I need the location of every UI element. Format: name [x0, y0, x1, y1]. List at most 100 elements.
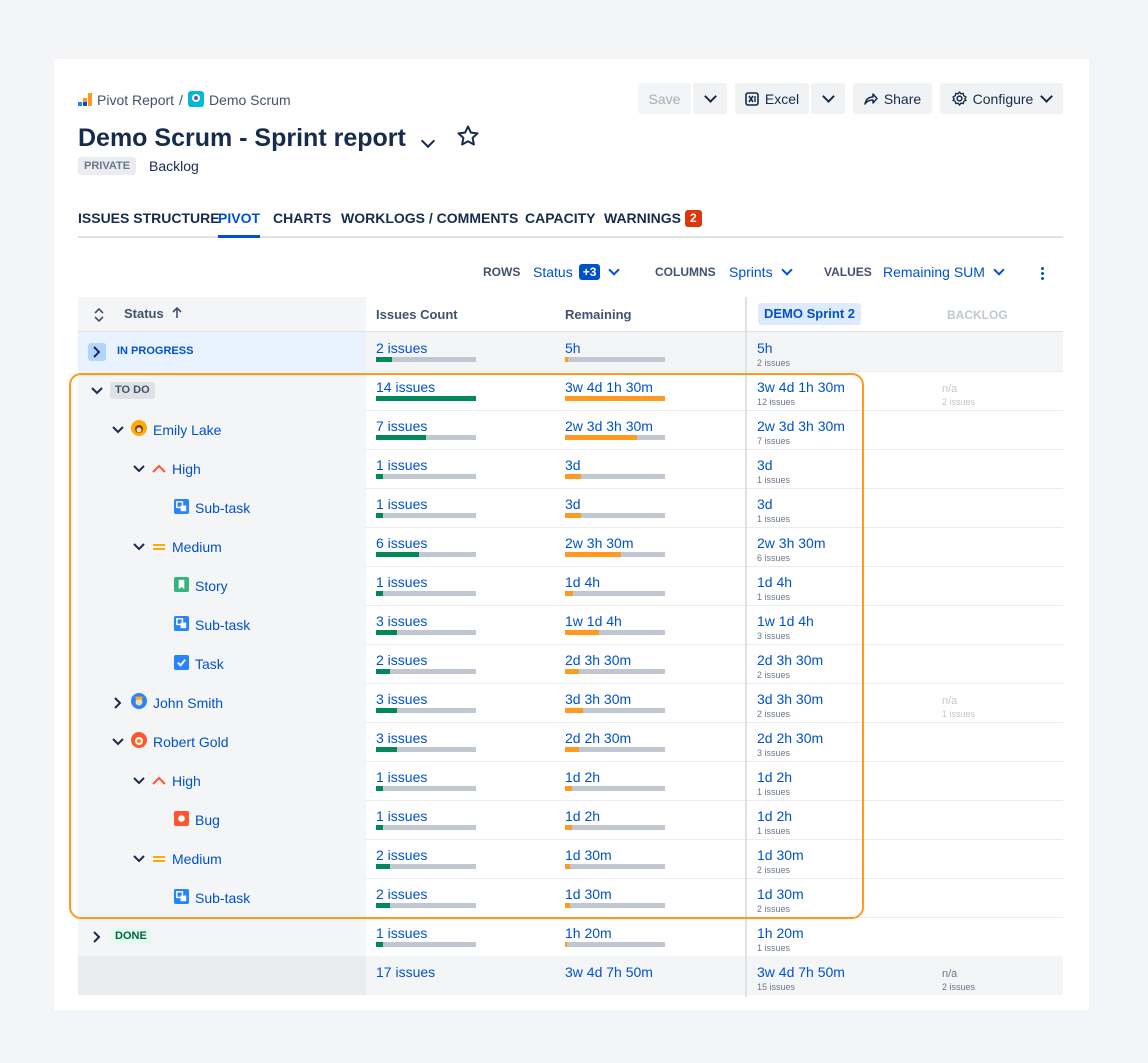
title-chevron-down-icon[interactable] [420, 133, 435, 149]
save-options-button[interactable] [693, 83, 727, 114]
breadcrumb-root[interactable]: Pivot Report [97, 92, 174, 108]
assignee-label[interactable]: John Smith [153, 695, 223, 711]
sprint-value[interactable]: 2w 3h 30m [757, 535, 825, 551]
backlog-column-header[interactable]: BACKLOG [947, 308, 1008, 322]
issues-count-value[interactable]: 3 issues [376, 730, 427, 746]
chevron-down-icon[interactable] [111, 425, 125, 434]
issue-type-label[interactable]: Task [195, 656, 224, 672]
issues-count-value[interactable]: 1 issues [376, 496, 427, 512]
status-tag-in-progress[interactable]: IN PROGRESS [112, 343, 198, 360]
sprint-value[interactable]: 1d 2h [757, 808, 792, 824]
issues-count-value[interactable]: 2 issues [376, 340, 427, 356]
sprint-value[interactable]: 3w 4d 1h 30m [757, 379, 845, 395]
sprint-value[interactable]: 5h [757, 340, 773, 356]
tab-issues-structure[interactable]: ISSUES STRUCTURE [78, 208, 220, 236]
issues-count-value[interactable]: 1 issues [376, 574, 427, 590]
issues-count-value[interactable]: 3 issues [376, 613, 427, 629]
tab-warnings[interactable]: WARNINGS 2 [604, 208, 702, 236]
issues-count-value[interactable]: 14 issues [376, 379, 435, 395]
status-tag-to-do[interactable]: TO DO [110, 382, 155, 399]
sprint-value[interactable]: 1h 20m [757, 925, 804, 941]
chevron-down-icon[interactable] [90, 386, 104, 395]
sprint-value[interactable]: 2d 2h 30m [757, 730, 823, 746]
remaining-value[interactable]: 3w 4d 1h 30m [565, 379, 653, 395]
remaining-value[interactable]: 5h [565, 340, 581, 356]
chevron-down-icon[interactable] [132, 854, 146, 863]
sprint-value[interactable]: 3d [757, 496, 773, 512]
remaining-value[interactable]: 1w 1d 4h [565, 613, 622, 629]
issue-type-label[interactable]: Sub-task [195, 500, 250, 516]
columns-selector[interactable]: Sprints [729, 264, 793, 280]
save-button[interactable]: Save [638, 83, 691, 114]
issues-count-value[interactable]: 1 issues [376, 457, 427, 473]
assignee-label[interactable]: Robert Gold [153, 734, 228, 750]
rows-selector[interactable]: Status +3 [533, 264, 621, 280]
issue-type-label[interactable]: Story [195, 578, 228, 594]
issues-count-value[interactable]: 2 issues [376, 847, 427, 863]
sort-toggle-icon[interactable] [94, 307, 104, 325]
backlog-value[interactable]: n/a [942, 381, 957, 397]
chevron-down-icon[interactable] [132, 464, 146, 473]
issue-type-label[interactable]: Bug [195, 812, 220, 828]
sprint-column-header[interactable]: DEMO Sprint 2 [758, 303, 862, 325]
remaining-value[interactable]: 1d 30m [565, 886, 612, 902]
configure-button[interactable]: Configure [940, 83, 1063, 114]
issue-type-label[interactable]: Sub-task [195, 890, 250, 906]
backlog-value[interactable]: n/a [942, 693, 957, 709]
issue-type-label[interactable]: Sub-task [195, 617, 250, 633]
sprint-value[interactable]: 3d [757, 457, 773, 473]
tab-charts[interactable]: CHARTS [273, 208, 331, 236]
share-button[interactable]: Share [853, 83, 932, 114]
excel-button[interactable]: Excel [735, 83, 809, 114]
issues-count-value[interactable]: 3 issues [376, 691, 427, 707]
star-icon[interactable] [456, 124, 480, 156]
status-column-header[interactable]: Status [124, 306, 182, 321]
remaining-value[interactable]: 1d 4h [565, 574, 600, 590]
issues-count-value[interactable]: 2 issues [376, 652, 427, 668]
remaining-value[interactable]: 2d 3h 30m [565, 652, 631, 668]
sprint-value[interactable]: 3d 3h 30m [757, 691, 823, 707]
issues-count-value[interactable]: 6 issues [376, 535, 427, 551]
priority-label[interactable]: High [172, 461, 201, 477]
expand-toggle-icon[interactable] [88, 342, 106, 361]
tab-pivot[interactable]: PIVOT [218, 208, 261, 238]
priority-label[interactable]: Medium [172, 851, 222, 867]
sprint-value[interactable]: 1d 30m [757, 847, 804, 863]
chevron-right-icon[interactable] [111, 696, 125, 709]
excel-options-button[interactable] [811, 83, 845, 114]
sprint-value[interactable]: 1d 2h [757, 769, 792, 785]
total-sprint-value[interactable]: 3w 4d 7h 50m [757, 964, 845, 980]
assignee-label[interactable]: Emily Lake [153, 422, 221, 438]
remaining-value[interactable]: 3d [565, 496, 581, 512]
remaining-header[interactable]: Remaining [565, 307, 631, 322]
sprint-value[interactable]: 1d 30m [757, 886, 804, 902]
remaining-value[interactable]: 2w 3d 3h 30m [565, 418, 653, 434]
chevron-down-icon[interactable] [132, 776, 146, 785]
status-tag-done[interactable]: DONE [110, 928, 152, 945]
remaining-value[interactable]: 1d 30m [565, 847, 612, 863]
issues-count-header[interactable]: Issues Count [376, 307, 458, 322]
issues-count-value[interactable]: 7 issues [376, 418, 427, 434]
remaining-value[interactable]: 2d 2h 30m [565, 730, 631, 746]
remaining-value[interactable]: 1h 20m [565, 925, 612, 941]
remaining-value[interactable]: 1d 2h [565, 769, 600, 785]
sprint-value[interactable]: 2d 3h 30m [757, 652, 823, 668]
issues-count-value[interactable]: 1 issues [376, 769, 427, 785]
remaining-value[interactable]: 1d 2h [565, 808, 600, 824]
more-options-icon[interactable] [1041, 267, 1045, 282]
issues-count-value[interactable]: 1 issues [376, 808, 427, 824]
total-issues-count[interactable]: 17 issues [376, 964, 435, 980]
sprint-value[interactable]: 2w 3d 3h 30m [757, 418, 845, 434]
sprint-value[interactable]: 1d 4h [757, 574, 792, 590]
remaining-value[interactable]: 3d [565, 457, 581, 473]
priority-label[interactable]: Medium [172, 539, 222, 555]
tab-capacity[interactable]: CAPACITY [525, 208, 596, 236]
issues-count-value[interactable]: 1 issues [376, 925, 427, 941]
values-selector[interactable]: Remaining SUM [883, 264, 1005, 280]
chevron-down-icon[interactable] [111, 737, 125, 746]
remaining-value[interactable]: 3d 3h 30m [565, 691, 631, 707]
tab-worklogs-comments[interactable]: WORKLOGS / COMMENTS [341, 208, 518, 236]
remaining-value[interactable]: 2w 3h 30m [565, 535, 633, 551]
total-remaining[interactable]: 3w 4d 7h 50m [565, 964, 653, 980]
priority-label[interactable]: High [172, 773, 201, 789]
